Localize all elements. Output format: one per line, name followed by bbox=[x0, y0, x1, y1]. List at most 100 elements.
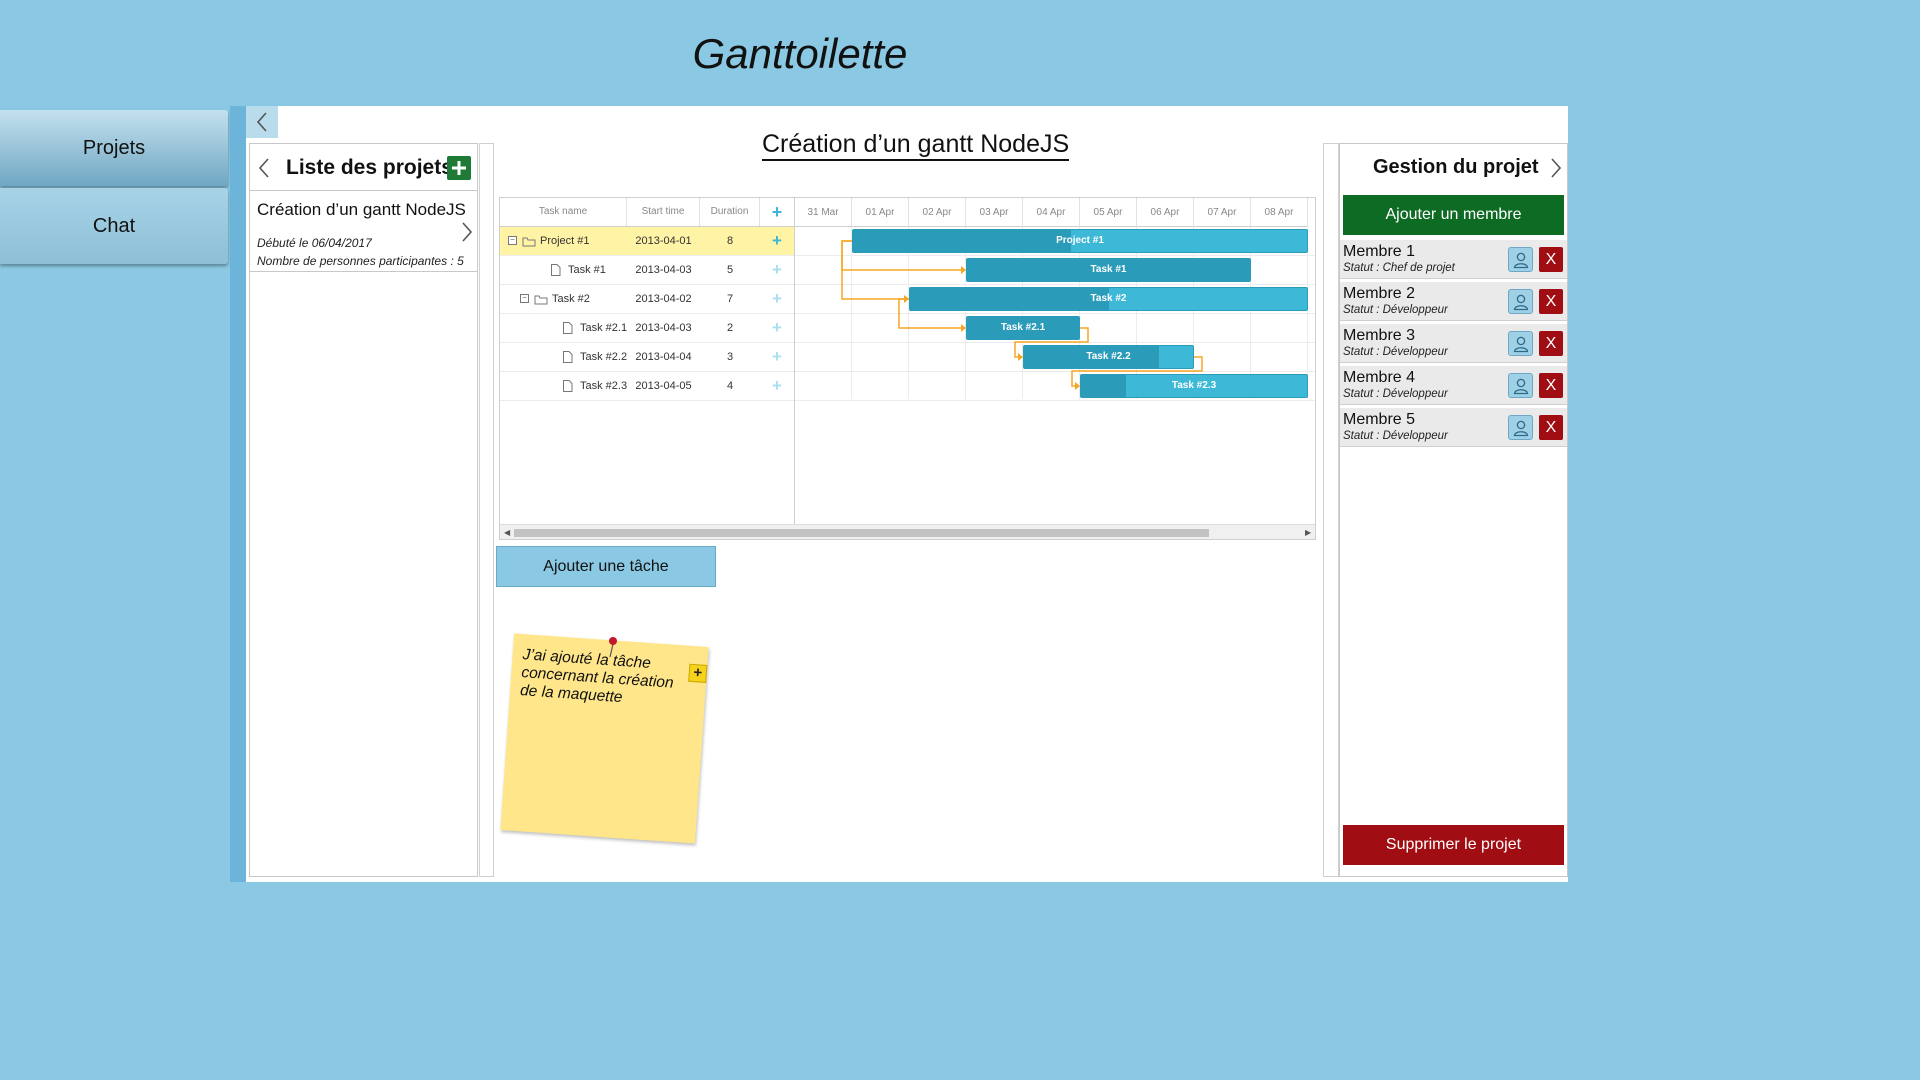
gantt-bar-label: Task #2.3 bbox=[1171, 380, 1217, 391]
app-title: Ganttoilette bbox=[692, 30, 908, 77]
member-profile-button[interactable] bbox=[1508, 331, 1533, 356]
task-duration: 4 bbox=[726, 380, 734, 392]
add-task-button[interactable]: Ajouter une tâche bbox=[496, 546, 716, 587]
remove-member-button[interactable]: X bbox=[1539, 289, 1563, 314]
member-status: Statut : Chef de projet bbox=[1343, 262, 1455, 274]
gantt-bar[interactable]: Task #2.2 bbox=[1023, 345, 1194, 369]
scroll-right-arrow-icon[interactable]: ▶ bbox=[1305, 528, 1311, 537]
project-list-item[interactable]: Création d’un gantt NodeJS Débuté le 06/… bbox=[250, 191, 477, 272]
gantt-bar[interactable]: Task #2.1 bbox=[966, 316, 1080, 340]
gantt-bar[interactable]: Project #1 bbox=[852, 229, 1308, 253]
collapse-toggle-icon[interactable]: − bbox=[508, 236, 517, 245]
sticky-note[interactable]: J’ai ajouté la tâche concernant la créat… bbox=[500, 633, 709, 844]
gantt-timeline: 31 Mar 01 Apr 02 Apr 03 Apr 04 Apr 05 Apr 06 A… bbox=[795, 198, 1315, 524]
remove-member-button[interactable]: X bbox=[1539, 415, 1563, 440]
project-start-date: Débuté le 06/04/2017 bbox=[257, 236, 372, 250]
gantt-bar[interactable]: Task #2 bbox=[909, 287, 1308, 311]
gantt-bar[interactable]: Task #1 bbox=[966, 258, 1251, 282]
sticky-note-add-button[interactable]: + bbox=[688, 663, 708, 683]
add-subtask-button[interactable]: + bbox=[760, 285, 794, 313]
gantt-task-row[interactable]: Task #1 2013-04-03 5 + bbox=[500, 256, 794, 285]
user-icon bbox=[1513, 336, 1528, 352]
member-row: Membre 1 Statut : Chef de projet X bbox=[1340, 240, 1567, 279]
projects-panel-header: Liste des projets bbox=[250, 144, 477, 191]
file-icon bbox=[563, 380, 573, 392]
task-start-time: 2013-04-04 bbox=[635, 351, 692, 363]
member-name: Membre 2 bbox=[1343, 285, 1416, 302]
member-profile-button[interactable] bbox=[1508, 373, 1533, 398]
gantt-task-row[interactable]: − Project #1 2013-04-01 8 + bbox=[500, 227, 794, 256]
remove-member-button[interactable]: X bbox=[1539, 373, 1563, 398]
sidebar-item-projets[interactable]: Projets bbox=[0, 110, 228, 186]
task-start-time: 2013-04-05 bbox=[635, 380, 692, 392]
gantt-task-row[interactable]: Task #2.1 2013-04-03 2 + bbox=[500, 314, 794, 343]
sticky-note-text: J’ai ajouté la tâche concernant la créat… bbox=[519, 646, 675, 707]
member-profile-button[interactable] bbox=[1508, 247, 1533, 272]
member-row: Membre 4 Statut : Développeur X bbox=[1340, 366, 1567, 405]
management-panel-title: Gestion du projet bbox=[1373, 156, 1539, 178]
scrollbar-thumb[interactable] bbox=[514, 529, 1209, 537]
chevron-right-icon[interactable] bbox=[460, 221, 474, 243]
delete-project-button[interactable]: Supprimer le projet bbox=[1343, 825, 1564, 865]
remove-member-button[interactable]: X bbox=[1539, 247, 1563, 272]
gantt-bar-label: Task #1 bbox=[1090, 264, 1127, 275]
gantt-grid-header: Task name Start time Duration + bbox=[500, 198, 794, 227]
horizontal-scrollbar[interactable]: ◀ ▶ bbox=[500, 524, 1315, 539]
member-profile-button[interactable] bbox=[1508, 415, 1533, 440]
projects-panel-title: Liste des projets bbox=[286, 156, 453, 179]
add-task-header-button[interactable]: + bbox=[760, 198, 794, 226]
task-start-time: 2013-04-01 bbox=[635, 235, 692, 247]
member-status: Statut : Développeur bbox=[1343, 304, 1448, 316]
chevron-left-icon[interactable] bbox=[256, 156, 272, 180]
task-duration: 5 bbox=[726, 264, 734, 276]
gantt-task-row[interactable]: Task #2.2 2013-04-04 3 + bbox=[500, 343, 794, 372]
gantt-bar[interactable]: Task #2.3 bbox=[1080, 374, 1308, 398]
project-title: Création d’un gantt NodeJS bbox=[762, 129, 1070, 161]
user-icon bbox=[1513, 420, 1528, 436]
member-name: Membre 3 bbox=[1343, 327, 1416, 344]
project-management-panel: Gestion du projet Ajouter un membre Memb… bbox=[1339, 143, 1568, 877]
gantt-bar-label: Task #2 bbox=[1090, 293, 1127, 304]
task-duration: 8 bbox=[726, 235, 734, 247]
member-status: Statut : Développeur bbox=[1343, 430, 1448, 442]
task-start-time: 2013-04-03 bbox=[635, 264, 692, 276]
task-name: Task #2 bbox=[552, 293, 590, 305]
add-subtask-button[interactable]: + bbox=[760, 372, 794, 400]
member-row: Membre 2 Statut : Développeur X bbox=[1340, 282, 1567, 321]
collapse-sidebar-button[interactable] bbox=[246, 106, 278, 138]
task-name: Task #1 bbox=[568, 264, 606, 276]
task-name: Task #2.2 bbox=[580, 351, 628, 363]
add-member-button[interactable]: Ajouter un membre bbox=[1343, 195, 1564, 235]
task-name: Task #2.1 bbox=[580, 322, 628, 334]
task-start-time: 2013-04-02 bbox=[635, 293, 692, 305]
app-header: Ganttoilette bbox=[0, 0, 1568, 106]
gantt-bar-label: Project #1 bbox=[1056, 235, 1104, 246]
add-subtask-button[interactable]: + bbox=[760, 314, 794, 342]
column-duration[interactable]: Duration bbox=[700, 198, 760, 226]
gantt-chart: Task name Start time Duration + − Project… bbox=[499, 197, 1316, 540]
gantt-task-row[interactable]: Task #2.3 2013-04-05 4 + bbox=[500, 372, 794, 401]
chevron-right-icon[interactable] bbox=[1548, 156, 1564, 180]
project-name: Création d’un gantt NodeJS bbox=[257, 200, 466, 219]
folder-icon bbox=[522, 237, 536, 247]
member-profile-button[interactable] bbox=[1508, 289, 1533, 314]
column-task-name[interactable]: Task name bbox=[500, 198, 627, 226]
file-icon bbox=[563, 322, 573, 334]
folder-icon bbox=[534, 295, 548, 305]
add-subtask-button[interactable]: + bbox=[760, 227, 794, 255]
panel-gutter-right bbox=[1323, 143, 1339, 877]
file-icon bbox=[551, 264, 561, 276]
add-subtask-button[interactable]: + bbox=[760, 256, 794, 284]
column-start-time[interactable]: Start time bbox=[627, 198, 700, 226]
collapse-toggle-icon[interactable]: − bbox=[520, 294, 529, 303]
add-project-button[interactable] bbox=[447, 156, 471, 180]
remove-member-button[interactable]: X bbox=[1539, 331, 1563, 356]
gantt-bar-label: Task #2.2 bbox=[1086, 351, 1131, 362]
member-name: Membre 4 bbox=[1343, 369, 1416, 386]
sidebar-item-chat[interactable]: Chat bbox=[0, 188, 228, 264]
plus-icon bbox=[452, 161, 466, 175]
gantt-task-row[interactable]: − Task #2 2013-04-02 7 + bbox=[500, 285, 794, 314]
scroll-left-arrow-icon[interactable]: ◀ bbox=[504, 528, 510, 537]
add-subtask-button[interactable]: + bbox=[760, 343, 794, 371]
gantt-bar-label: Task #2.1 bbox=[1000, 322, 1046, 333]
